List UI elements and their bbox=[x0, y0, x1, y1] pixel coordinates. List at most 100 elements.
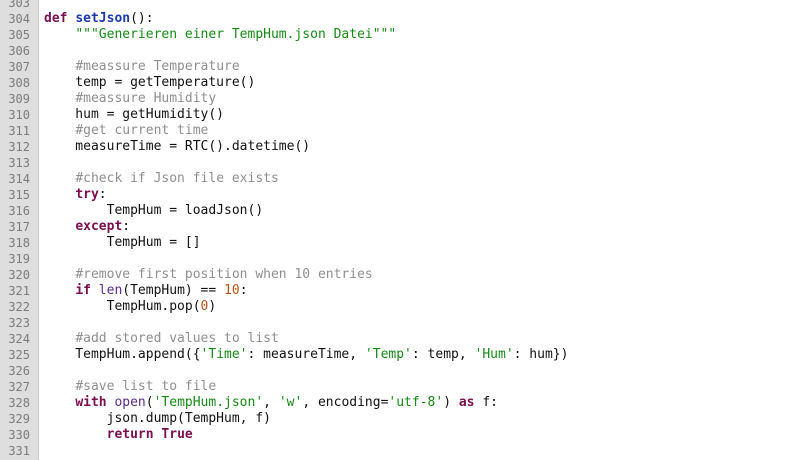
code-line[interactable]: 309 #meassure Humidity bbox=[0, 91, 786, 107]
code-text[interactable]: measureTime = RTC().datetime() bbox=[38, 139, 786, 155]
code-text[interactable]: except: bbox=[38, 219, 786, 235]
code-line[interactable]: 304 def setJson(): bbox=[0, 11, 786, 27]
line-number: 320 bbox=[8, 268, 30, 282]
code-token: json.dump(TempHum, f) bbox=[44, 411, 271, 426]
line-number: 313 bbox=[8, 156, 30, 170]
code-text[interactable]: #check if Json file exists bbox=[38, 171, 786, 187]
code-text[interactable]: TempHum.pop(0) bbox=[38, 299, 786, 315]
code-line[interactable]: 324 #add stored values to list bbox=[0, 331, 786, 347]
code-line[interactable]: 305 """Generieren einer TempHum.json Dat… bbox=[0, 27, 786, 43]
code-line[interactable]: 316 TempHum = loadJson() bbox=[0, 203, 786, 219]
line-number: 331 bbox=[8, 444, 30, 458]
code-token: ) bbox=[208, 299, 217, 314]
line-number: 325 bbox=[8, 348, 30, 362]
code-line[interactable]: 317 except: bbox=[0, 219, 786, 235]
code-text[interactable] bbox=[38, 155, 786, 171]
code-line[interactable]: 323 bbox=[0, 315, 786, 331]
code-text[interactable] bbox=[38, 315, 786, 331]
code-token: : hum}) bbox=[513, 347, 569, 362]
code-text[interactable]: return True bbox=[38, 427, 786, 443]
code-line[interactable]: 321 if len(TempHum) == 10: bbox=[0, 283, 786, 299]
code-token: open bbox=[114, 395, 146, 410]
code-token: if bbox=[75, 283, 91, 298]
code-text[interactable]: #add stored values to list bbox=[38, 331, 786, 347]
code-lines[interactable]: 303 304 def setJson(): 305 """Generieren ei… bbox=[0, 0, 786, 459]
code-line[interactable]: 330 return True bbox=[0, 427, 786, 443]
code-line[interactable]: 318 TempHum = [] bbox=[0, 235, 786, 251]
code-line[interactable]: 331 bbox=[0, 443, 786, 459]
code-text[interactable] bbox=[38, 43, 786, 59]
code-token: 10 bbox=[224, 283, 240, 298]
code-token: #check if Json file exists bbox=[75, 171, 279, 186]
code-token: """Generieren einer TempHum.json Datei""… bbox=[75, 27, 397, 42]
code-token: : temp, bbox=[411, 347, 475, 362]
code-line[interactable]: 325 TempHum.append({'Time': measureTime,… bbox=[0, 347, 786, 363]
code-text[interactable]: TempHum = loadJson() bbox=[38, 203, 786, 219]
code-token: except bbox=[75, 219, 123, 234]
code-token: temp = getTemperature() bbox=[44, 75, 256, 90]
line-number: 329 bbox=[8, 412, 30, 426]
code-token: #add stored values to list bbox=[75, 331, 279, 346]
code-token: with bbox=[75, 395, 107, 410]
code-token: TempHum = [] bbox=[44, 235, 201, 250]
code-token: ( bbox=[145, 395, 154, 410]
code-token: try bbox=[75, 187, 99, 202]
code-line[interactable]: 303 bbox=[0, 0, 786, 11]
code-text[interactable]: """Generieren einer TempHum.json Datei""… bbox=[38, 27, 786, 43]
code-token: #meassure Humidity bbox=[75, 91, 217, 106]
code-line[interactable]: 322 TempHum.pop(0) bbox=[0, 299, 786, 315]
line-number: 330 bbox=[8, 428, 30, 442]
line-number: 318 bbox=[8, 236, 30, 250]
code-text[interactable]: #meassure Temperature bbox=[38, 59, 786, 75]
code-text[interactable]: json.dump(TempHum, f) bbox=[38, 411, 786, 427]
code-line[interactable]: 326 bbox=[0, 363, 786, 379]
code-token: : bbox=[239, 283, 248, 298]
code-line[interactable]: 306 bbox=[0, 43, 786, 59]
code-line[interactable]: 307 #meassure Temperature bbox=[0, 59, 786, 75]
code-line[interactable]: 311 #get current time bbox=[0, 123, 786, 139]
line-number: 321 bbox=[8, 284, 30, 298]
code-text[interactable]: #get current time bbox=[38, 123, 786, 139]
code-text[interactable]: #remove first position when 10 entries bbox=[38, 267, 786, 283]
code-token: 'TempHum.json' bbox=[153, 395, 264, 410]
code-text[interactable]: #save list to file bbox=[38, 379, 786, 395]
code-line[interactable]: 328 with open('TempHum.json', 'w', encod… bbox=[0, 395, 786, 411]
code-text[interactable]: def setJson(): bbox=[38, 11, 786, 27]
code-line[interactable]: 310 hum = getHumidity() bbox=[0, 107, 786, 123]
code-line[interactable]: 329 json.dump(TempHum, f) bbox=[0, 411, 786, 427]
code-line[interactable]: 313 bbox=[0, 155, 786, 171]
code-text[interactable] bbox=[38, 0, 786, 11]
code-text[interactable] bbox=[38, 251, 786, 267]
code-text[interactable]: try: bbox=[38, 187, 786, 203]
code-text[interactable] bbox=[38, 363, 786, 379]
code-text[interactable]: TempHum.append({'Time': measureTime, 'Te… bbox=[38, 347, 786, 363]
code-token: 'Temp' bbox=[364, 347, 412, 362]
code-line[interactable]: 315 try: bbox=[0, 187, 786, 203]
line-number: 322 bbox=[8, 300, 30, 314]
line-number: 310 bbox=[8, 108, 30, 122]
code-line[interactable]: 308 temp = getTemperature() bbox=[0, 75, 786, 91]
code-line[interactable]: 327 #save list to file bbox=[0, 379, 786, 395]
code-text[interactable]: #meassure Humidity bbox=[38, 91, 786, 107]
code-editor[interactable]: 303 304 def setJson(): 305 """Generieren ei… bbox=[0, 0, 786, 460]
code-text[interactable]: with open('TempHum.json', 'w', encoding=… bbox=[38, 395, 786, 411]
code-token: 'utf-8' bbox=[388, 395, 444, 410]
code-token: (): bbox=[130, 11, 154, 26]
code-line[interactable]: 320 #remove first position when 10 entri… bbox=[0, 267, 786, 283]
code-line[interactable]: 314 #check if Json file exists bbox=[0, 171, 786, 187]
code-line[interactable]: 312 measureTime = RTC().datetime() bbox=[0, 139, 786, 155]
code-token: #get current time bbox=[75, 123, 209, 138]
code-text[interactable] bbox=[38, 443, 786, 459]
code-token: TempHum.append({ bbox=[44, 347, 201, 362]
code-line[interactable]: 319 bbox=[0, 251, 786, 267]
code-text[interactable]: if len(TempHum) == 10: bbox=[38, 283, 786, 299]
code-text[interactable]: TempHum = [] bbox=[38, 235, 786, 251]
code-text[interactable]: temp = getTemperature() bbox=[38, 75, 786, 91]
code-text[interactable]: hum = getHumidity() bbox=[38, 107, 786, 123]
